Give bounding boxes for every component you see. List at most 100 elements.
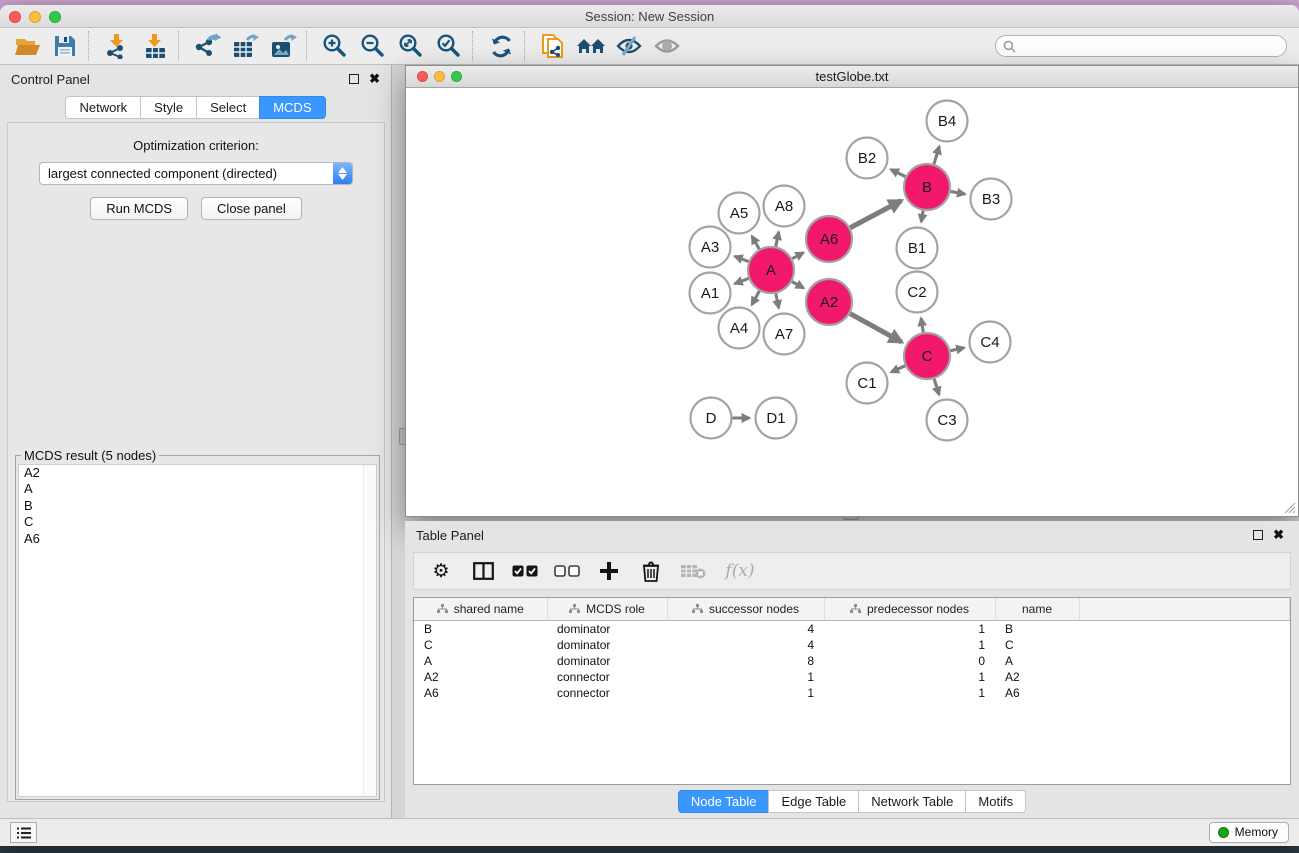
mcds-result-item[interactable]: A6 [19,531,376,547]
run-mcds-button[interactable]: Run MCDS [90,197,188,220]
graph-edge-A-A8[interactable] [776,232,779,247]
graph-node-A[interactable]: A [748,247,794,293]
close-table-panel-icon[interactable]: ✖ [1273,530,1284,540]
table-cell[interactable]: dominator [547,620,667,637]
graph-edge-A2-C[interactable] [850,314,902,342]
table-cell[interactable]: A6 [414,685,547,701]
open-session-button[interactable] [8,31,46,62]
table-tab-node-table[interactable]: Node Table [678,790,770,813]
column-header-MCDS-role[interactable]: MCDS role [547,598,667,620]
table-cell[interactable]: 4 [667,637,824,653]
graph-node-C4[interactable]: C4 [970,322,1011,363]
graph-node-A1[interactable]: A1 [690,273,731,314]
graph-node-B3[interactable]: B3 [971,179,1012,220]
table-tab-motifs[interactable]: Motifs [965,790,1026,813]
network-graph[interactable]: B4B2BB3A8A5A6A3B1AC2A1A2A4A7C4CC1C3DD1 [406,88,1298,516]
search-input[interactable] [1021,39,1279,53]
zoom-out-button[interactable] [354,31,392,62]
table-cell[interactable]: C [995,637,1079,653]
tab-mcds[interactable]: MCDS [259,96,325,119]
table-tab-network-table[interactable]: Network Table [858,790,966,813]
table-row[interactable]: A2connector11A2 [414,669,1290,685]
table-cell[interactable]: connector [547,685,667,701]
export-network-button[interactable] [188,31,226,62]
minimize-network-window-icon[interactable] [434,71,445,82]
graph-edge-C-C4[interactable] [950,348,964,351]
clone-network-button[interactable] [534,31,572,62]
close-panel-button[interactable]: Close panel [201,197,302,220]
refresh-view-button[interactable] [482,31,520,62]
table-cell[interactable]: 8 [667,653,824,669]
table-cell[interactable]: A2 [995,669,1079,685]
table-cell[interactable]: 4 [667,620,824,637]
graph-node-C[interactable]: C [904,333,950,379]
show-columns-button[interactable] [466,556,500,586]
column-header-predecessor-nodes[interactable]: predecessor nodes [824,598,995,620]
table-row[interactable]: Adominator80A [414,653,1290,669]
table-cell[interactable]: A [414,653,547,669]
table-cell[interactable]: 1 [824,669,995,685]
graph-node-A5[interactable]: A5 [719,193,760,234]
mcds-result-item[interactable]: A2 [19,465,376,481]
graph-node-A6[interactable]: A6 [806,216,852,262]
node-table[interactable]: shared nameMCDS rolesuccessor nodesprede… [413,597,1291,785]
delete-columns-button[interactable] [634,556,668,586]
table-cell[interactable]: B [414,620,547,637]
graph-node-B1[interactable]: B1 [897,228,938,269]
table-cell[interactable]: dominator [547,637,667,653]
graph-edge-A6-B[interactable] [850,201,901,228]
zoom-in-button[interactable] [316,31,354,62]
graph-edge-A-A7[interactable] [776,294,779,309]
float-panel-icon[interactable] [349,74,359,84]
mcds-result-item[interactable]: B [19,498,376,514]
select-all-columns-button[interactable] [508,556,542,586]
network-canvas[interactable]: B4B2BB3A8A5A6A3B1AC2A1A2A4A7C4CC1C3DD1 [406,88,1298,516]
table-row[interactable]: Cdominator41C [414,637,1290,653]
graph-node-A8[interactable]: A8 [764,186,805,227]
table-cell[interactable]: A6 [995,685,1079,701]
column-header-successor-nodes[interactable]: successor nodes [667,598,824,620]
column-header-shared-name[interactable]: shared name [414,598,547,620]
unselect-all-columns-button[interactable] [550,556,584,586]
graph-node-B2[interactable]: B2 [847,138,888,179]
graph-edge-A-A2[interactable] [792,282,804,288]
zoom-fit-button[interactable] [392,31,430,62]
graph-node-A3[interactable]: A3 [690,227,731,268]
table-cell[interactable]: 1 [824,685,995,701]
graph-edge-A-A5[interactable] [752,236,759,249]
graph-node-A2[interactable]: A2 [806,279,852,325]
hide-panels-button[interactable] [610,31,648,62]
graph-node-B[interactable]: B [904,164,950,210]
memory-button[interactable]: Memory [1209,822,1289,843]
list-scrollbar[interactable] [363,465,376,796]
float-table-panel-icon[interactable] [1253,530,1263,540]
resize-grip-icon[interactable] [1283,501,1296,514]
graph-node-D1[interactable]: D1 [756,398,797,439]
mcds-result-item[interactable]: A [19,481,376,497]
table-cell[interactable]: A2 [414,669,547,685]
graph-edge-A-A6[interactable] [792,253,803,259]
table-cell[interactable]: dominator [547,653,667,669]
table-cell[interactable]: 0 [824,653,995,669]
criterion-select[interactable]: largest connected component (directed) [39,162,353,185]
import-network-button[interactable] [98,31,136,62]
table-cell[interactable]: connector [547,669,667,685]
zoom-window-icon[interactable] [49,11,61,23]
mcds-result-list[interactable]: A2ABCA6 [18,464,377,797]
graph-edge-A-A3[interactable] [735,256,749,261]
graph-edge-C-C2[interactable] [921,318,923,332]
save-session-button[interactable] [46,31,84,62]
zoom-network-window-icon[interactable] [451,71,462,82]
graph-edge-B-B3[interactable] [951,191,965,194]
import-table-button[interactable] [136,31,174,62]
close-network-window-icon[interactable] [417,71,428,82]
add-column-button[interactable] [592,556,626,586]
search-field[interactable] [995,35,1287,57]
show-panels-button[interactable] [648,31,686,62]
mcds-result-item[interactable]: C [19,514,376,530]
home-button[interactable] [572,31,610,62]
graph-edge-B-B2[interactable] [891,170,906,177]
tab-network[interactable]: Network [65,96,141,119]
table-tab-edge-table[interactable]: Edge Table [768,790,859,813]
graph-node-C3[interactable]: C3 [927,400,968,441]
